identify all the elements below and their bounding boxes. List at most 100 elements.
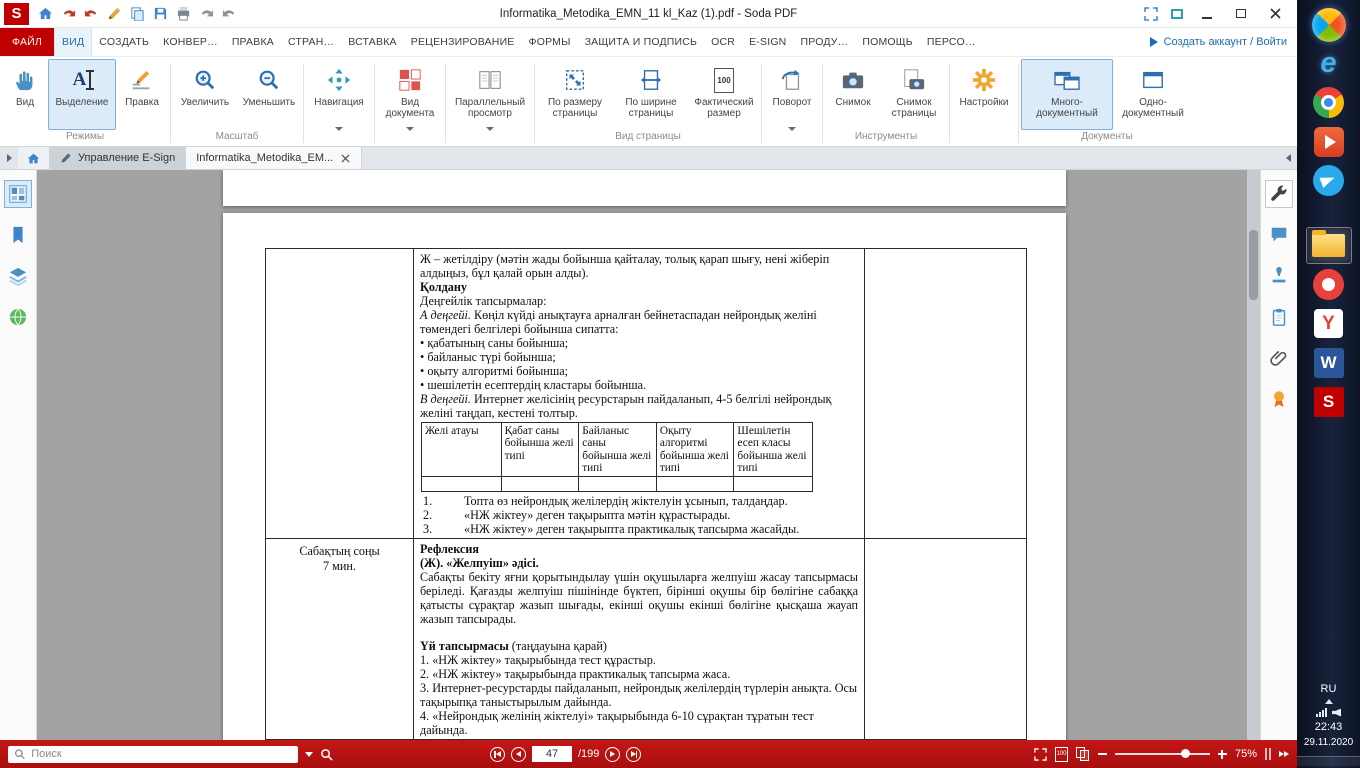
menu-pages[interactable]: СТРАН… — [281, 28, 341, 56]
single-document-button[interactable]: Одно-документный — [1113, 59, 1193, 130]
language-indicator[interactable]: RU — [1321, 683, 1337, 695]
menu-personalize[interactable]: ПЕРСО… — [920, 28, 983, 56]
menu-file[interactable]: ФАЙЛ — [0, 28, 54, 56]
settings-button[interactable]: Настройки — [952, 59, 1016, 130]
taskbar-media-player[interactable] — [1306, 123, 1352, 160]
page-layout-icon[interactable] — [1076, 747, 1090, 761]
menu-review[interactable]: РЕЦЕНЗИРОВАНИЕ — [404, 28, 522, 56]
zoom-in-plus-icon[interactable] — [1218, 750, 1227, 759]
home-quick-icon[interactable] — [35, 4, 55, 24]
thumbnails-panel-button[interactable] — [4, 180, 32, 208]
home-tab[interactable] — [18, 147, 50, 169]
doc-view-dropdown[interactable] — [377, 130, 443, 146]
tab-esign-management[interactable]: Управление E-Sign — [50, 147, 186, 169]
parallel-dropdown[interactable] — [448, 130, 532, 146]
bookmarks-panel-button[interactable] — [4, 221, 32, 249]
layers-panel-button[interactable] — [4, 262, 32, 290]
fullscreen-icon[interactable] — [1141, 4, 1161, 24]
clock-time[interactable]: 22:43 — [1315, 721, 1343, 733]
redo-gray-icon[interactable] — [219, 4, 239, 24]
scrollbar-thumb[interactable] — [1249, 230, 1258, 300]
right-panel-collapser[interactable] — [1279, 147, 1297, 169]
menu-secure[interactable]: ЗАЩИТА И ПОДПИСЬ — [578, 28, 705, 56]
taskbar-yandex[interactable]: Y — [1306, 305, 1352, 342]
statusbar-overflow-icon[interactable] — [1279, 751, 1289, 757]
actual-size-button[interactable]: 100 Фактический размер — [689, 59, 759, 130]
reading-mode-icon[interactable] — [1167, 4, 1187, 24]
zoom-in-button[interactable]: Увеличить — [173, 59, 237, 130]
taskbar-internet-explorer[interactable]: e — [1306, 45, 1352, 82]
search-box[interactable] — [8, 746, 298, 763]
menu-view[interactable]: ВИД — [54, 28, 92, 56]
taskbar-explorer[interactable] — [1306, 227, 1352, 264]
navigation-dropdown[interactable] — [306, 130, 372, 146]
search-input[interactable] — [31, 748, 292, 760]
first-page-button[interactable] — [490, 747, 505, 762]
menu-insert[interactable]: ВСТАВКА — [341, 28, 403, 56]
prev-page-button[interactable] — [511, 747, 526, 762]
taskbar-word[interactable]: W — [1306, 344, 1352, 381]
clipboard-panel-button[interactable] — [1265, 303, 1293, 331]
maximize-button[interactable] — [1227, 4, 1255, 24]
page-snapshot-button[interactable]: Снимок страницы — [881, 59, 947, 130]
zoom-slider[interactable] — [1115, 753, 1210, 755]
redo-red-icon[interactable] — [81, 4, 101, 24]
menu-forms[interactable]: ФОРМЫ — [522, 28, 578, 56]
start-button[interactable] — [1306, 6, 1352, 43]
undo-gray-icon[interactable] — [196, 4, 216, 24]
select-mode-button[interactable]: A Выделение — [48, 59, 116, 130]
fit-page-button[interactable]: По размеру страницы — [537, 59, 613, 130]
rotate-dropdown[interactable] — [764, 130, 820, 146]
links-panel-button[interactable] — [4, 303, 32, 331]
doc-view-button[interactable]: Вид документа — [377, 59, 443, 130]
close-button[interactable] — [1261, 4, 1289, 24]
minimize-button[interactable] — [1193, 4, 1221, 24]
zoom-out-button[interactable]: Уменьшить — [237, 59, 301, 130]
hidden-icons-chevron[interactable] — [1325, 699, 1333, 704]
taskbar-soda-pdf[interactable]: S — [1306, 383, 1352, 420]
network-icon[interactable] — [1316, 708, 1327, 717]
menu-esign[interactable]: E-SIGN — [742, 28, 793, 56]
parallel-view-button[interactable]: Параллельный просмотр — [448, 59, 532, 130]
signatures-panel-button[interactable] — [1265, 385, 1293, 413]
left-panel-expander[interactable] — [0, 147, 18, 169]
edit-pencil-icon[interactable] — [104, 4, 124, 24]
actual-size-mini-icon[interactable]: 100 — [1055, 747, 1068, 762]
clock-date[interactable]: 29.11.2020 — [1304, 737, 1353, 748]
taskbar-chrome[interactable] — [1306, 84, 1352, 121]
undo-red-icon[interactable] — [58, 4, 78, 24]
account-signin[interactable]: Создать аккаунт / Войти — [1150, 28, 1297, 56]
print-icon[interactable] — [173, 4, 193, 24]
close-tab-icon[interactable] — [339, 152, 351, 164]
menu-ocr[interactable]: OCR — [704, 28, 742, 56]
comments-panel-button[interactable] — [1265, 221, 1293, 249]
edit-mode-button[interactable]: Правка — [116, 59, 168, 130]
page-number-input[interactable]: 47 — [532, 746, 572, 762]
tools-panel-button[interactable] — [1265, 180, 1293, 208]
multi-document-button[interactable]: Много-документный — [1021, 59, 1113, 130]
stamps-panel-button[interactable] — [1265, 262, 1293, 290]
next-page-button[interactable] — [605, 747, 620, 762]
navigation-button[interactable]: Навигация — [306, 59, 372, 130]
zoom-out-minus-icon[interactable] — [1098, 753, 1107, 755]
taskbar-yandex-browser[interactable] — [1306, 266, 1352, 303]
rotate-button[interactable]: Поворот — [764, 59, 820, 130]
menu-convert[interactable]: КОНВЕР… — [156, 28, 225, 56]
search-options-icon[interactable] — [305, 752, 313, 757]
save-icon[interactable] — [150, 4, 170, 24]
fit-width-button[interactable]: По ширине страницы — [613, 59, 689, 130]
tab-current-document[interactable]: Informatika_Metodika_EM... — [186, 147, 362, 169]
view-mode-button[interactable]: Вид — [2, 59, 48, 130]
copy-icon[interactable] — [127, 4, 147, 24]
taskbar-telegram[interactable] — [1306, 162, 1352, 199]
last-page-button[interactable] — [626, 747, 641, 762]
show-desktop-button[interactable] — [1297, 756, 1360, 766]
volume-icon[interactable] — [1332, 709, 1341, 717]
attachments-panel-button[interactable] — [1265, 344, 1293, 372]
snapshot-button[interactable]: Снимок — [825, 59, 881, 130]
zoom-slider-thumb[interactable] — [1181, 749, 1190, 758]
menu-create[interactable]: СОЗДАТЬ — [92, 28, 156, 56]
search-go-icon[interactable] — [320, 748, 333, 761]
menu-help[interactable]: ПОМОЩЬ — [855, 28, 920, 56]
fullscreen-mode-icon[interactable] — [1034, 748, 1047, 761]
